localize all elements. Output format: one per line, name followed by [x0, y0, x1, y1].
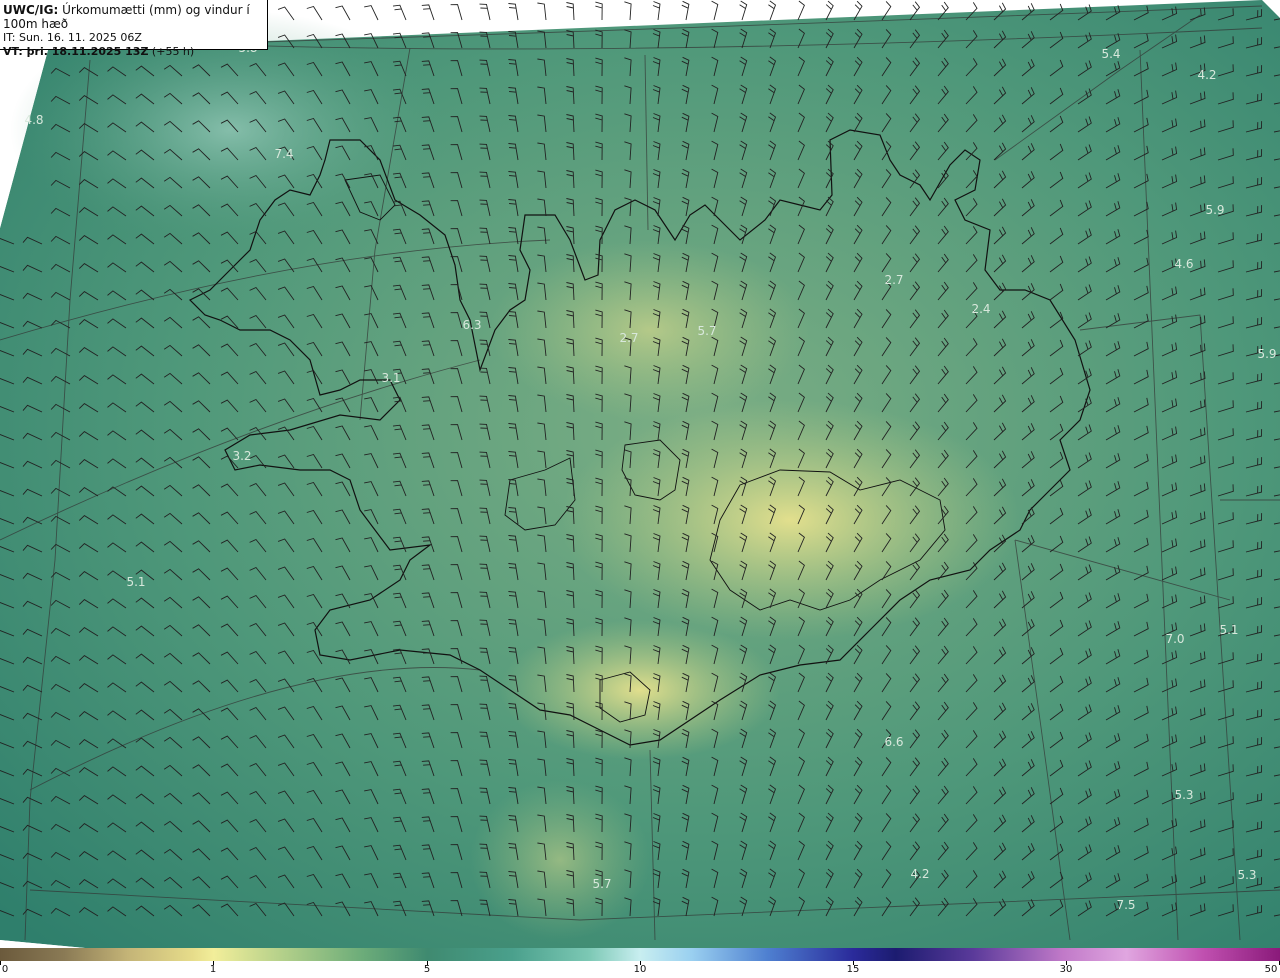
wind-barb: [537, 2, 547, 21]
dry-area-interior: [560, 400, 1020, 640]
map-value-label: 7.5: [1116, 898, 1135, 912]
wind-barb: [624, 1, 632, 21]
map-value-label: 5.7: [592, 877, 611, 891]
wind-barb: [479, 3, 491, 21]
wind-barb: [508, 3, 519, 21]
wind-barb: [711, 0, 719, 21]
map-value-label: 5.3: [1237, 868, 1256, 882]
colorbar-label: 10: [633, 964, 647, 975]
dry-area-north: [490, 240, 810, 420]
wind-barb: [652, 1, 661, 21]
map-value-label: 5.1: [126, 575, 145, 589]
wind-barb: [825, 0, 834, 21]
wind-barb: [681, 0, 690, 21]
wind-barb: [566, 2, 575, 21]
wind-barb: [450, 4, 463, 21]
map-value-label: 4.6: [1174, 257, 1193, 271]
wind-barb: [595, 1, 603, 21]
header-line-init-time: IT: Sun. 16. 11. 2025 06Z: [3, 31, 142, 44]
wind-barb: [364, 5, 379, 21]
map-value-label: 7.4: [274, 147, 293, 161]
map-value-label: 5.9: [1205, 203, 1224, 217]
wind-barb: [306, 5, 323, 21]
wind-barb: [335, 5, 351, 21]
colorbar-label: 1: [209, 964, 217, 975]
map-value-label: 3.1: [381, 371, 400, 385]
colorbar-label: 30: [1059, 964, 1073, 975]
dry-area-southsea: [470, 780, 650, 940]
map-value-label: 6.3: [462, 318, 481, 332]
map-value-label: 3.2: [232, 449, 251, 463]
map-value-label: 4.2: [910, 867, 929, 881]
map-value-label: 5.9: [1257, 347, 1276, 361]
header-line-product: UWC/IG: Úrkomumætti (mm) og vindur í 100…: [3, 3, 250, 31]
colorbar-label: 5: [423, 964, 431, 975]
map-value-label: 2.7: [884, 273, 903, 287]
wind-barb: [797, 0, 805, 21]
map-value-label: 5.7: [697, 324, 716, 338]
wind-barb: [421, 4, 435, 21]
map-value-label: 2.7: [619, 331, 638, 345]
map-value-label: 5.1: [1219, 623, 1238, 637]
wind-barb: [768, 0, 777, 21]
wind-barb: [739, 0, 748, 21]
map-value-label: 5.4: [1101, 47, 1120, 61]
map-value-label: 6.6: [884, 735, 903, 749]
colorbar: 0 1 5 10 15 30 50: [0, 948, 1280, 978]
header-line-valid-time: VT: þri. 18.11.2025 13Z (+55 h): [3, 44, 195, 58]
dry-area-south: [500, 620, 780, 760]
map-value-label: 4.2: [1197, 68, 1216, 82]
precipitation-map: 5.8 4.8 7.4 6.3 3.1 2.7 5.7 2.7 2.4 5.4 …: [0, 0, 1280, 948]
colorbar-label: 50: [1264, 964, 1278, 975]
colorbar-gradient: [0, 948, 1280, 961]
wind-barb: [392, 4, 407, 21]
colorbar-label: 0: [1, 964, 9, 975]
colorbar-label: 15: [846, 964, 860, 975]
map-value-label: 7.0: [1165, 632, 1184, 646]
map-header: UWC/IG: Úrkomumætti (mm) og vindur í 100…: [0, 0, 268, 58]
map-value-label: 2.4: [971, 302, 990, 316]
map-value-label: 4.8: [24, 113, 43, 127]
map-value-label: 5.3: [1174, 788, 1193, 802]
